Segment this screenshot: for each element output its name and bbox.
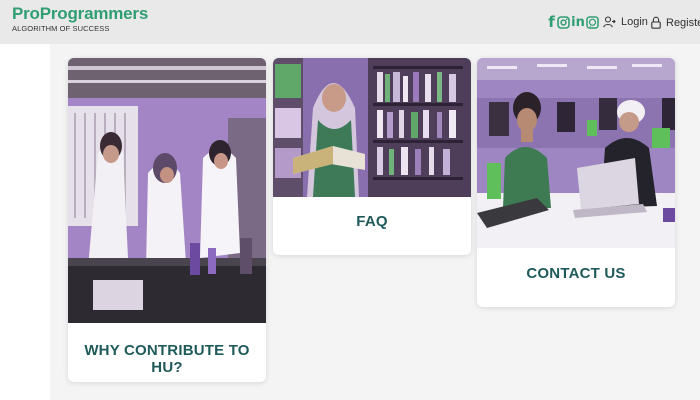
faq-card[interactable]: FAQ bbox=[273, 58, 471, 255]
contact-us-label: CONTACT US bbox=[526, 265, 626, 282]
whatsapp-icon[interactable] bbox=[586, 15, 599, 29]
library-reader-photo bbox=[273, 58, 471, 197]
contact-us-card[interactable]: CONTACT US bbox=[477, 58, 675, 307]
lab-students-photo bbox=[68, 58, 266, 323]
top-header: ProProgrammers ALGORITHM OF SUCCESS f in… bbox=[0, 0, 700, 44]
login-link[interactable]: Login bbox=[603, 16, 648, 28]
login-label: Login bbox=[621, 16, 648, 28]
linkedin-icon[interactable]: in bbox=[571, 15, 585, 30]
students-laptop-photo bbox=[477, 58, 675, 248]
faq-label: FAQ bbox=[356, 213, 388, 230]
why-contribute-label: WHY CONTRIBUTE TO HU? bbox=[84, 342, 250, 376]
register-label: Register bbox=[666, 16, 700, 29]
instagram-icon[interactable] bbox=[557, 15, 570, 29]
brand-name: ProProgrammers bbox=[12, 4, 149, 23]
register-link[interactable]: Register bbox=[651, 16, 700, 29]
brand-logo[interactable]: ProProgrammers ALGORITHM OF SUCCESS bbox=[12, 4, 148, 34]
facebook-icon[interactable]: f bbox=[547, 13, 556, 31]
lock-icon bbox=[651, 16, 661, 29]
why-contribute-card[interactable]: WHY CONTRIBUTE TO HU? bbox=[68, 58, 266, 382]
user-icon bbox=[603, 16, 616, 28]
brand-tagline: ALGORITHM OF SUCCESS bbox=[12, 24, 110, 33]
page-margin bbox=[0, 44, 50, 400]
social-links: f in bbox=[547, 13, 599, 31]
